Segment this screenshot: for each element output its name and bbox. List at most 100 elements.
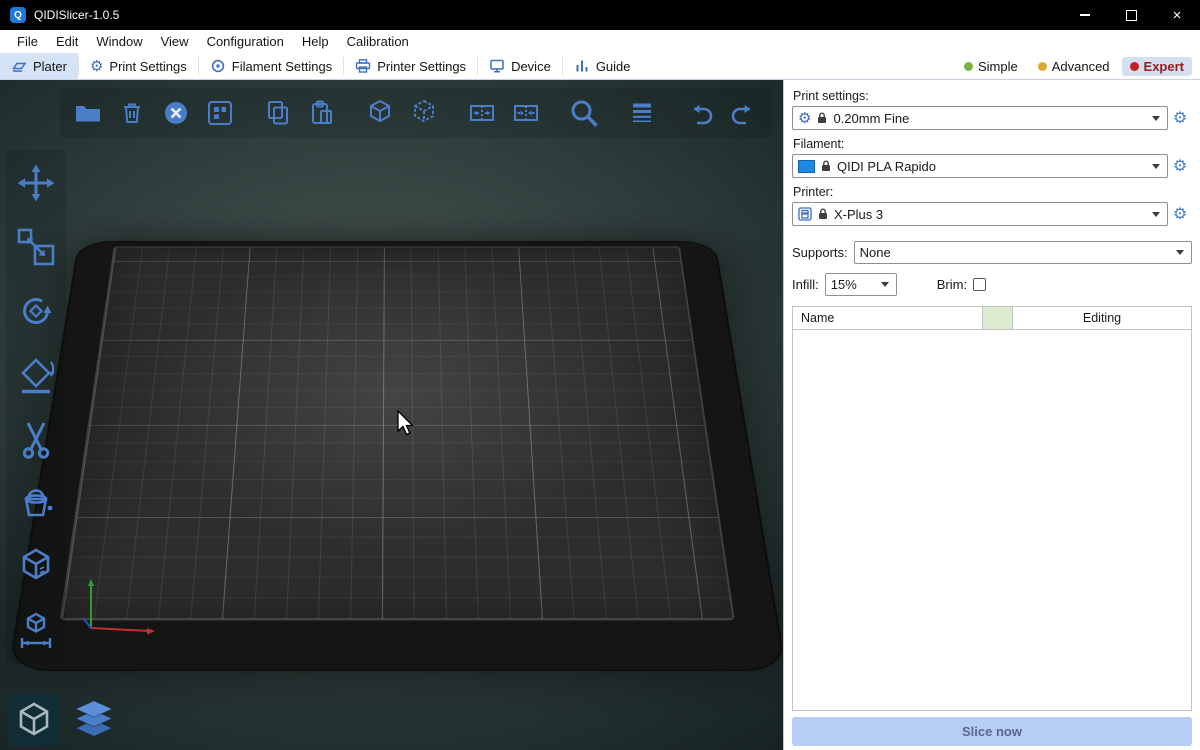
window-title: QIDISlicer-1.0.5 (34, 8, 119, 22)
print-bed-scene (0, 80, 783, 750)
filament-combobox[interactable]: QIDI PLA Rapido (792, 154, 1168, 178)
menu-calibration[interactable]: Calibration (338, 34, 418, 49)
supports-label: Supports: (792, 245, 848, 260)
viewport-3d[interactable] (0, 80, 783, 750)
tab-print-settings[interactable]: ⚙ Print Settings (79, 53, 198, 79)
printer-settings-icon (355, 58, 371, 74)
printer-icon (798, 207, 812, 221)
supports-combobox[interactable]: None (854, 241, 1192, 264)
mode-simple[interactable]: Simple (956, 57, 1026, 76)
brim-checkbox[interactable] (973, 278, 986, 291)
tab-plater[interactable]: Plater (0, 53, 78, 79)
preset-gear-icon: ⚙ (798, 111, 811, 126)
mode-label: Expert (1144, 59, 1184, 74)
preview-view-icon[interactable] (68, 694, 120, 746)
tab-filament-settings[interactable]: Filament Settings (199, 53, 343, 79)
mode-switcher: Simple Advanced Expert (956, 53, 1200, 79)
split-to-objects-icon[interactable] (464, 95, 500, 131)
print-settings-combobox[interactable]: ⚙ 0.20mm Fine (792, 106, 1168, 130)
variable-layer-height-icon[interactable] (624, 95, 660, 131)
3d-editor-view-icon[interactable] (8, 694, 60, 746)
menu-configuration[interactable]: Configuration (198, 34, 293, 49)
axes-gizmo-icon (78, 570, 162, 640)
move-icon[interactable] (11, 158, 61, 208)
tab-label: Printer Settings (377, 59, 466, 74)
printer-combobox[interactable]: X-Plus 3 (792, 202, 1168, 226)
mode-dot (964, 62, 973, 71)
plater-icon (11, 58, 27, 74)
printer-label: Printer: (793, 185, 1192, 199)
arrange-icon[interactable] (202, 95, 238, 131)
brim-label: Brim: (937, 277, 967, 292)
print-settings-edit-button[interactable]: ⚙ (1168, 108, 1192, 128)
tab-guide[interactable]: Guide (563, 53, 642, 79)
supports-value: None (860, 245, 891, 260)
filament-edit-button[interactable]: ⚙ (1168, 156, 1192, 176)
search-icon[interactable] (566, 95, 602, 131)
add-instance-icon[interactable] (362, 95, 398, 131)
tab-printer-settings[interactable]: Printer Settings (344, 53, 477, 79)
delete-icon[interactable] (114, 95, 150, 131)
rotate-icon[interactable] (11, 286, 61, 336)
close-button[interactable]: × (1154, 0, 1200, 30)
chevron-down-icon (1152, 212, 1160, 217)
place-on-face-icon[interactable] (11, 350, 61, 400)
maximize-icon (1126, 10, 1137, 21)
tab-label: Print Settings (109, 59, 186, 74)
menu-edit[interactable]: Edit (47, 34, 87, 49)
open-project-icon[interactable] (70, 95, 106, 131)
filament-color-swatch (798, 160, 815, 173)
printer-row: X-Plus 3 ⚙ (792, 202, 1192, 226)
right-sidebar: Print settings: ⚙ 0.20mm Fine ⚙ Filament… (783, 80, 1200, 750)
redo-icon[interactable] (726, 95, 762, 131)
undo-icon[interactable] (682, 95, 718, 131)
split-to-parts-icon[interactable] (508, 95, 544, 131)
titlebar: Q QIDISlicer-1.0.5 × (0, 0, 1200, 30)
cut-icon[interactable] (11, 414, 61, 464)
remove-instance-icon[interactable] (406, 95, 442, 131)
menu-view[interactable]: View (152, 34, 198, 49)
maximize-button[interactable] (1108, 0, 1154, 30)
mode-expert[interactable]: Expert (1122, 57, 1192, 76)
device-icon (489, 58, 505, 74)
minimize-icon (1080, 14, 1090, 16)
lock-icon (818, 208, 828, 220)
print-settings-row: ⚙ 0.20mm Fine ⚙ (792, 106, 1192, 130)
lock-icon (817, 112, 827, 124)
slice-now-button[interactable]: Slice now (792, 717, 1192, 746)
print-settings-icon: ⚙ (90, 59, 103, 74)
column-header-name: Name (793, 311, 982, 325)
chevron-down-icon (881, 282, 889, 287)
copy-icon[interactable] (260, 95, 296, 131)
infill-value: 15% (831, 277, 857, 292)
app-logo-icon: Q (10, 7, 26, 23)
mode-dot (1038, 62, 1047, 71)
window-controls: × (1062, 0, 1200, 30)
printer-edit-button[interactable]: ⚙ (1168, 204, 1192, 224)
mouse-cursor-icon (396, 410, 416, 438)
paste-icon[interactable] (304, 95, 340, 131)
filament-label: Filament: (793, 137, 1192, 151)
tab-device[interactable]: Device (478, 53, 562, 79)
minimize-button[interactable] (1062, 0, 1108, 30)
filament-row: QIDI PLA Rapido ⚙ (792, 154, 1192, 178)
mode-label: Advanced (1052, 59, 1110, 74)
object-list-body[interactable] (793, 330, 1191, 710)
tab-label: Filament Settings (232, 59, 332, 74)
mode-advanced[interactable]: Advanced (1030, 57, 1118, 76)
chevron-down-icon (1176, 250, 1184, 255)
left-toolbar (6, 150, 66, 664)
lock-icon (821, 160, 831, 172)
scale-icon[interactable] (11, 222, 61, 272)
infill-combobox[interactable]: 15% (825, 273, 897, 296)
tabbar: Plater ⚙ Print Settings Filament Setting… (0, 53, 1200, 80)
chevron-down-icon (1152, 164, 1160, 169)
measure-icon[interactable] (11, 542, 61, 592)
menu-file[interactable]: File (8, 34, 47, 49)
menu-window[interactable]: Window (87, 34, 151, 49)
support-paint-icon[interactable] (11, 478, 61, 528)
printer-value: X-Plus 3 (834, 207, 883, 222)
spacing-icon[interactable] (11, 606, 61, 656)
menu-help[interactable]: Help (293, 34, 338, 49)
delete-all-icon[interactable] (158, 95, 194, 131)
